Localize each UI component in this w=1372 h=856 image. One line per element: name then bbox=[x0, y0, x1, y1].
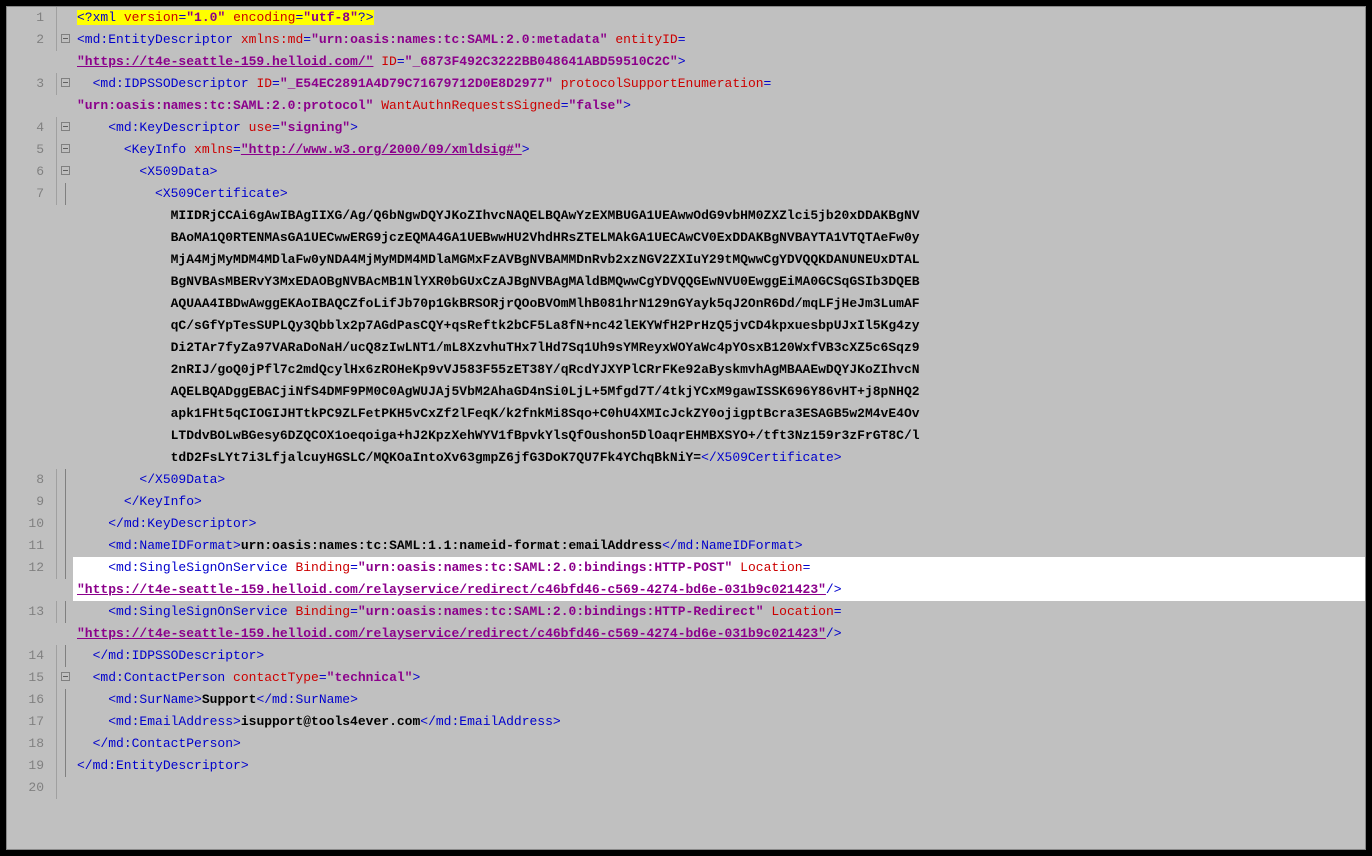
line-number: 7 bbox=[7, 183, 57, 205]
line-number: 6 bbox=[7, 161, 57, 183]
code-line[interactable]: <md:EmailAddress>isupport@tools4ever.com… bbox=[73, 711, 1365, 733]
code-line[interactable]: </md:ContactPerson> bbox=[73, 733, 1365, 755]
line-number: 3 bbox=[7, 73, 57, 95]
line-number: 15 bbox=[7, 667, 57, 689]
line-number: 13 bbox=[7, 601, 57, 623]
fold-gutter bbox=[57, 491, 73, 513]
line-number: 12 bbox=[7, 557, 57, 579]
line-number: 8 bbox=[7, 469, 57, 491]
code-line[interactable]: <?xml version="1.0" encoding="utf-8"?> bbox=[73, 7, 1365, 29]
line-number: 18 bbox=[7, 733, 57, 755]
fold-toggle[interactable] bbox=[57, 117, 73, 131]
line-number: 20 bbox=[7, 777, 57, 799]
fold-gutter bbox=[57, 601, 73, 623]
fold-gutter bbox=[57, 469, 73, 491]
fold-toggle[interactable] bbox=[57, 139, 73, 153]
fold-gutter bbox=[57, 733, 73, 755]
fold-gutter bbox=[57, 689, 73, 711]
code-line[interactable]: </KeyInfo> bbox=[73, 491, 1365, 513]
fold-gutter bbox=[57, 711, 73, 733]
code-line[interactable]: </X509Data> bbox=[73, 469, 1365, 491]
fold-gutter bbox=[57, 557, 73, 579]
code-line[interactable]: </md:IDPSSODescriptor> bbox=[73, 645, 1365, 667]
line-number: 5 bbox=[7, 139, 57, 161]
code-line[interactable]: <md:SurName>Support</md:SurName> bbox=[73, 689, 1365, 711]
line-number: 17 bbox=[7, 711, 57, 733]
fold-toggle[interactable] bbox=[57, 29, 73, 43]
fold-gutter bbox=[57, 645, 73, 667]
fold-gutter bbox=[57, 513, 73, 535]
code-line[interactable]: <md:EntityDescriptor xmlns:md="urn:oasis… bbox=[73, 29, 1365, 73]
fold-gutter bbox=[57, 535, 73, 557]
code-line-highlighted[interactable]: <md:SingleSignOnService Binding="urn:oas… bbox=[73, 557, 1365, 601]
code-line[interactable]: <md:KeyDescriptor use="signing"> bbox=[73, 117, 1365, 139]
code-line[interactable]: </md:KeyDescriptor> bbox=[73, 513, 1365, 535]
fold-gutter bbox=[57, 7, 73, 12]
line-number: 16 bbox=[7, 689, 57, 711]
fold-toggle[interactable] bbox=[57, 161, 73, 175]
code-line[interactable]: </md:EntityDescriptor> bbox=[73, 755, 1365, 777]
line-number: 1 bbox=[7, 7, 57, 29]
code-line[interactable]: <md:NameIDFormat>urn:oasis:names:tc:SAML… bbox=[73, 535, 1365, 557]
line-number: 4 bbox=[7, 117, 57, 139]
xml-editor[interactable]: 1 <?xml version="1.0" encoding="utf-8"?>… bbox=[6, 6, 1366, 850]
code-line[interactable]: <X509Data> bbox=[73, 161, 1365, 183]
fold-gutter bbox=[57, 183, 73, 205]
fold-toggle[interactable] bbox=[57, 667, 73, 681]
line-number: 2 bbox=[7, 29, 57, 51]
line-number: 19 bbox=[7, 755, 57, 777]
line-number: 11 bbox=[7, 535, 57, 557]
fold-toggle[interactable] bbox=[57, 73, 73, 87]
code-line[interactable]: <X509Certificate> MIIDRjCCAi6gAwIBAgIIXG… bbox=[73, 183, 1365, 469]
code-line[interactable]: <KeyInfo xmlns="http://www.w3.org/2000/0… bbox=[73, 139, 1365, 161]
line-number: 14 bbox=[7, 645, 57, 667]
fold-gutter bbox=[57, 755, 73, 777]
line-number: 10 bbox=[7, 513, 57, 535]
fold-gutter bbox=[57, 777, 73, 782]
code-line[interactable]: <md:ContactPerson contactType="technical… bbox=[73, 667, 1365, 689]
code-line[interactable]: <md:IDPSSODescriptor ID="_E54EC2891A4D79… bbox=[73, 73, 1365, 117]
line-number: 9 bbox=[7, 491, 57, 513]
code-line[interactable]: <md:SingleSignOnService Binding="urn:oas… bbox=[73, 601, 1365, 645]
